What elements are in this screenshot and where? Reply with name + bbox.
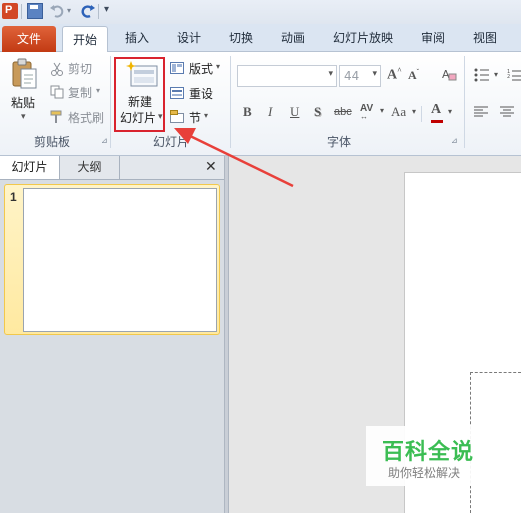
tab-slides[interactable]: 幻灯片 — [0, 156, 60, 179]
ribbon-tab-bar: 文件 开始 插入 设计 切换 动画 幻灯片放映 审阅 视图 — [0, 24, 521, 53]
slide-thumbnail[interactable] — [23, 188, 217, 332]
shadow-button[interactable]: S — [314, 104, 321, 120]
change-case-button[interactable]: Aa — [391, 104, 406, 120]
font-launcher-icon[interactable]: ⊿ — [451, 136, 458, 145]
tab-review[interactable]: 审阅 — [414, 24, 452, 52]
undo-dropdown-icon[interactable]: ▾ — [67, 6, 71, 15]
bullets-icon[interactable] — [474, 68, 490, 82]
font-color-swatch — [431, 120, 443, 123]
new-slide-button[interactable] — [114, 57, 165, 132]
copy-icon — [50, 85, 64, 99]
underline-button[interactable]: U — [290, 104, 299, 120]
align-center-icon[interactable] — [500, 106, 514, 118]
layout-button[interactable]: 版式 — [189, 60, 213, 77]
watermark: 百科全说 助你轻松解决 — [366, 426, 486, 486]
reset-icon — [170, 86, 184, 100]
group-divider — [464, 56, 465, 148]
tab-view[interactable]: 视图 — [466, 24, 504, 52]
tab-slideshow[interactable]: 幻灯片放映 — [326, 24, 400, 52]
group-divider — [110, 56, 111, 148]
character-spacing-button[interactable]: AV ↔ — [360, 103, 373, 121]
font-color-button[interactable]: A — [431, 102, 441, 118]
tab-design[interactable]: 设计 — [170, 24, 208, 52]
font-size-value: 44 — [344, 69, 360, 83]
shrink-font-button[interactable]: Aˇ — [408, 68, 419, 83]
font-size-dropdown-icon[interactable]: ▾ — [372, 69, 377, 79]
numbering-icon[interactable]: 12 — [507, 68, 521, 82]
tab-transitions[interactable]: 切换 — [222, 24, 260, 52]
reset-button[interactable]: 重设 — [189, 85, 213, 102]
divider — [21, 4, 22, 19]
tab-file[interactable]: 文件 — [2, 26, 56, 52]
tab-home[interactable]: 开始 — [62, 26, 108, 53]
quick-access-toolbar: P ▾ ▾ — [0, 0, 521, 24]
format-painter-icon — [50, 110, 64, 124]
tab-outline[interactable]: 大纲 — [60, 156, 120, 179]
customize-toolbar-icon[interactable]: ▾ — [104, 4, 109, 15]
font-color-dropdown-icon[interactable]: ▾ — [448, 107, 452, 116]
italic-button[interactable]: I — [268, 104, 272, 120]
copy-dropdown-icon[interactable]: ▾ — [96, 86, 100, 95]
watermark-title: 百科全说 — [382, 440, 475, 465]
save-icon[interactable] — [27, 3, 43, 19]
tab-insert[interactable]: 插入 — [118, 24, 156, 52]
layout-dropdown-icon[interactable]: ▾ — [216, 62, 220, 71]
align-left-icon[interactable] — [474, 106, 488, 118]
spacing-dropdown-icon[interactable]: ▾ — [380, 106, 384, 115]
svg-text:2: 2 — [507, 74, 510, 80]
divider — [421, 106, 422, 122]
font-name-box[interactable]: ▾ — [237, 65, 337, 87]
paste-dropdown-icon[interactable]: ▾ — [21, 112, 26, 122]
clipboard-launcher-icon[interactable]: ⊿ — [101, 136, 108, 145]
clipboard-group-label: 剪贴板 — [33, 135, 70, 149]
redo-icon[interactable] — [80, 3, 96, 19]
powerpoint-logo-icon[interactable]: P — [2, 3, 18, 19]
font-size-box[interactable]: 44 ▾ — [339, 65, 381, 87]
paste-icon[interactable] — [10, 58, 38, 90]
clear-formatting-icon[interactable]: A — [441, 66, 457, 82]
paste-button[interactable]: 粘贴 — [11, 94, 35, 111]
format-painter-button[interactable]: 格式刷 — [68, 109, 104, 126]
strikethrough-button[interactable]: abc — [334, 106, 352, 118]
bullets-dropdown-icon[interactable]: ▾ — [494, 70, 498, 79]
tab-animations[interactable]: 动画 — [274, 24, 312, 52]
grow-font-button[interactable]: A^ — [387, 66, 402, 84]
scissors-icon — [50, 62, 64, 76]
section-dropdown-icon[interactable]: ▾ — [204, 111, 208, 120]
cut-button[interactable]: 剪切 — [68, 60, 92, 77]
undo-icon[interactable] — [49, 3, 65, 19]
layout-icon — [170, 61, 184, 75]
annotation-arrow — [174, 128, 294, 188]
case-dropdown-icon[interactable]: ▾ — [412, 107, 416, 116]
watermark-subtitle: 助你轻松解决 — [388, 466, 461, 480]
divider — [98, 4, 99, 19]
copy-button[interactable]: 复制 — [68, 84, 92, 101]
slide-number: 1 — [10, 190, 17, 204]
font-name-dropdown-icon[interactable]: ▾ — [328, 69, 333, 79]
bold-button[interactable]: B — [243, 104, 252, 120]
